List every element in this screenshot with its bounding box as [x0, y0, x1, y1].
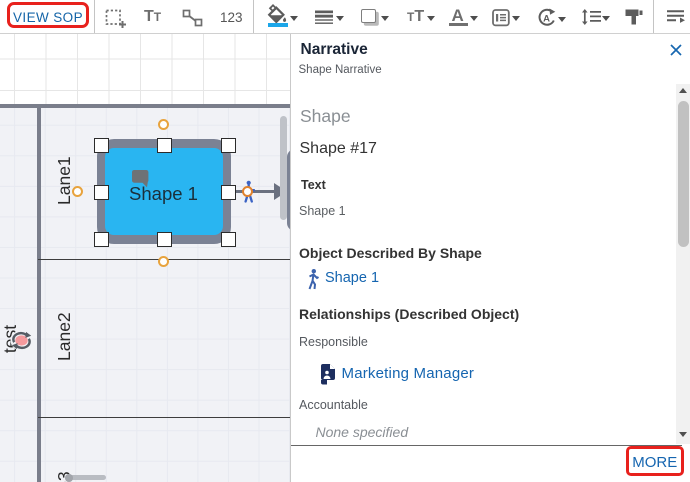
svg-text:A: A	[543, 13, 550, 24]
